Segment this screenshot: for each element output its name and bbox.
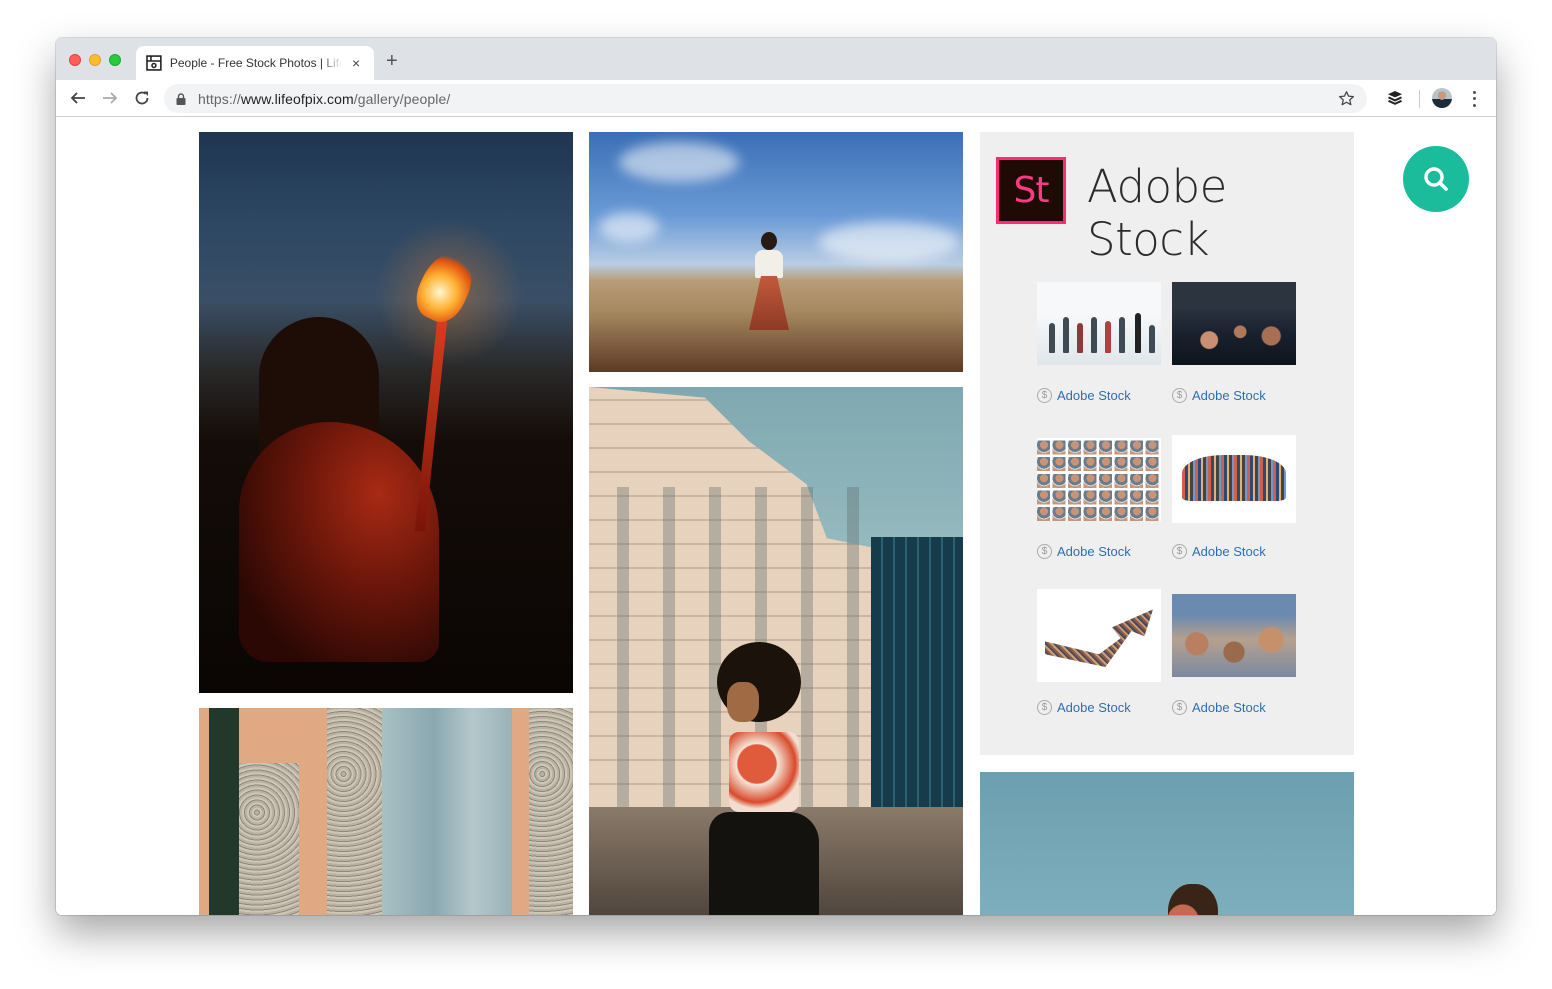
url-text: https://www.lifeofpix.com/gallery/people…: [198, 90, 451, 107]
search-icon: [1424, 167, 1448, 191]
dollar-icon: $: [1037, 700, 1052, 715]
bookmark-star-icon[interactable]: [1338, 90, 1355, 107]
more-menu-icon[interactable]: [1466, 89, 1482, 109]
adobe-stock-ad: St Adobe Stock $ Adobe Stock $ Adobe Stock…: [980, 132, 1354, 755]
close-window-button[interactable]: [69, 54, 81, 66]
browser-tab[interactable]: People - Free Stock Photos | Life of Pix…: [136, 46, 374, 80]
ad-title[interactable]: Adobe Stock: [1087, 160, 1354, 266]
toolbar-divider: [1419, 90, 1420, 108]
buffer-extension-icon[interactable]: [1385, 88, 1405, 108]
ad-thumbnail[interactable]: [1037, 282, 1161, 365]
ad-thumbnail[interactable]: [1172, 594, 1296, 677]
ad-thumbnail[interactable]: [1037, 589, 1161, 682]
ad-item[interactable]: $ Adobe Stock: [1172, 282, 1296, 403]
ad-thumbnail[interactable]: [1172, 435, 1296, 523]
dollar-icon: $: [1037, 544, 1052, 559]
ad-credit-link[interactable]: $ Adobe Stock: [1037, 388, 1131, 403]
new-tab-button[interactable]: +: [386, 51, 398, 71]
maximize-window-button[interactable]: [109, 54, 121, 66]
close-tab-icon[interactable]: ×: [348, 55, 364, 71]
ad-credit-link[interactable]: $ Adobe Stock: [1172, 700, 1266, 715]
dollar-icon: $: [1037, 388, 1052, 403]
gallery-photo-building[interactable]: [589, 387, 963, 915]
forward-arrow-icon[interactable]: [100, 88, 120, 108]
ad-item[interactable]: $ Adobe Stock: [1037, 589, 1161, 715]
dollar-icon: $: [1172, 544, 1187, 559]
profile-avatar[interactable]: [1432, 88, 1452, 108]
ad-credit-link[interactable]: $ Adobe Stock: [1172, 544, 1266, 559]
gallery-photo-field[interactable]: [589, 132, 963, 372]
ad-item[interactable]: $ Adobe Stock: [1172, 435, 1296, 559]
reload-icon[interactable]: [132, 88, 152, 108]
tab-bar: People - Free Stock Photos | Life of Pix…: [56, 38, 1496, 80]
ad-credit-link[interactable]: $ Adobe Stock: [1037, 700, 1131, 715]
dollar-icon: $: [1172, 388, 1187, 403]
lifeofpix-favicon-icon: [146, 55, 162, 71]
ad-thumbnail[interactable]: [1172, 282, 1296, 365]
gallery-photo-torch[interactable]: [199, 132, 573, 693]
ad-item[interactable]: $ Adobe Stock: [1172, 594, 1296, 715]
ad-item[interactable]: $ Adobe Stock: [1037, 438, 1161, 559]
page-content: St Adobe Stock $ Adobe Stock $ Adobe Stock…: [56, 117, 1496, 915]
minimize-window-button[interactable]: [89, 54, 101, 66]
browser-toolbar: https://www.lifeofpix.com/gallery/people…: [56, 80, 1496, 117]
address-bar[interactable]: https://www.lifeofpix.com/gallery/people…: [164, 84, 1367, 113]
adobe-stock-logo[interactable]: St: [996, 157, 1066, 224]
ad-item[interactable]: $ Adobe Stock: [1037, 282, 1161, 403]
ad-credit-link[interactable]: $ Adobe Stock: [1172, 388, 1266, 403]
ad-credit-link[interactable]: $ Adobe Stock: [1037, 544, 1131, 559]
tab-title: People - Free Stock Photos | Life of Pix: [169, 56, 342, 70]
dollar-icon: $: [1172, 700, 1187, 715]
search-button[interactable]: [1403, 146, 1469, 212]
lock-icon: [176, 92, 186, 105]
gallery-photo-doors[interactable]: [199, 708, 573, 915]
browser-window: People - Free Stock Photos | Life of Pix…: [56, 38, 1496, 915]
back-arrow-icon[interactable]: [68, 88, 88, 108]
ad-thumbnail[interactable]: [1037, 438, 1161, 521]
gallery-photo-sky[interactable]: [980, 772, 1354, 915]
